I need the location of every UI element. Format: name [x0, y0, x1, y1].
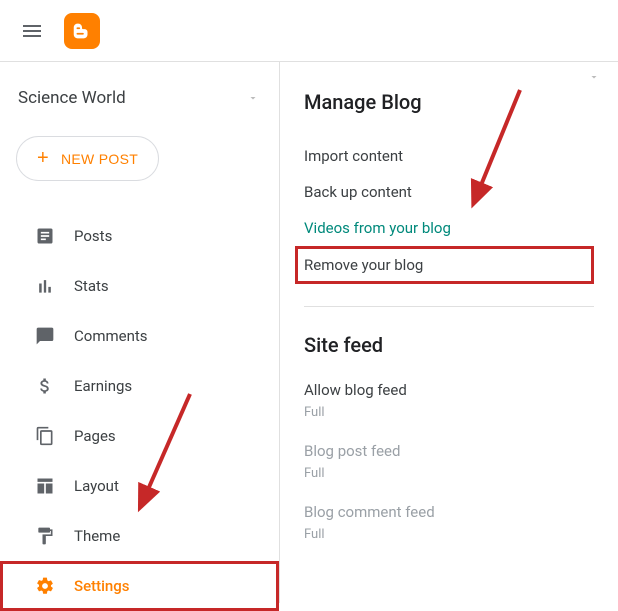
nav-label: Earnings — [74, 377, 132, 395]
nav-label: Pages — [74, 427, 116, 445]
settings-icon — [34, 575, 56, 597]
topbar — [0, 0, 618, 62]
feed-label: Allow blog feed — [304, 381, 594, 399]
videos-link[interactable]: Videos from your blog — [304, 210, 594, 246]
feed-item-allow[interactable]: Allow blog feed Full — [304, 381, 594, 420]
manage-blog-title: Manage Blog — [304, 90, 594, 114]
pages-icon — [34, 425, 56, 447]
blogger-logo[interactable] — [64, 13, 100, 49]
sidebar-item-comments[interactable]: Comments — [0, 311, 279, 361]
nav-label: Posts — [74, 227, 112, 245]
comments-icon — [34, 325, 56, 347]
nav-label: Settings — [74, 577, 130, 595]
stats-icon — [34, 275, 56, 297]
new-post-button[interactable]: + NEW POST — [16, 136, 159, 181]
posts-icon — [34, 225, 56, 247]
plus-icon: + — [37, 147, 49, 170]
chevron-down-icon[interactable] — [588, 68, 600, 87]
feed-label: Blog comment feed — [304, 503, 594, 521]
chevron-down-icon — [247, 89, 259, 108]
feed-label: Blog post feed — [304, 442, 594, 460]
sidebar-item-settings[interactable]: Settings — [0, 561, 279, 611]
new-post-label: NEW POST — [61, 151, 138, 167]
nav-list: Posts Stats Comments Earnings Pages Layo… — [0, 211, 279, 611]
nav-label: Theme — [74, 527, 120, 545]
earnings-icon — [34, 375, 56, 397]
feed-value: Full — [304, 527, 594, 542]
site-feed-title: Site feed — [304, 333, 594, 357]
sidebar-item-earnings[interactable]: Earnings — [0, 361, 279, 411]
feed-item-post[interactable]: Blog post feed Full — [304, 442, 594, 481]
sidebar-item-pages[interactable]: Pages — [0, 411, 279, 461]
theme-icon — [34, 525, 56, 547]
feed-value: Full — [304, 466, 594, 481]
blog-name: Science World — [18, 88, 126, 108]
blog-selector[interactable]: Science World — [0, 80, 279, 128]
remove-blog-link[interactable]: Remove your blog — [295, 246, 594, 284]
import-content-link[interactable]: Import content — [304, 138, 594, 174]
backup-content-link[interactable]: Back up content — [304, 174, 594, 210]
feed-value: Full — [304, 405, 594, 420]
sidebar: Science World + NEW POST Posts Stats Com… — [0, 62, 280, 603]
sidebar-item-theme[interactable]: Theme — [0, 511, 279, 561]
feed-item-comment[interactable]: Blog comment feed Full — [304, 503, 594, 542]
sidebar-item-stats[interactable]: Stats — [0, 261, 279, 311]
nav-label: Stats — [74, 277, 109, 295]
divider — [304, 306, 594, 307]
sidebar-item-layout[interactable]: Layout — [0, 461, 279, 511]
main-content: Manage Blog Import content Back up conte… — [280, 62, 618, 603]
nav-label: Layout — [74, 477, 119, 495]
layout-icon — [34, 475, 56, 497]
nav-label: Comments — [74, 327, 148, 345]
sidebar-item-posts[interactable]: Posts — [0, 211, 279, 261]
menu-icon[interactable] — [20, 19, 44, 43]
